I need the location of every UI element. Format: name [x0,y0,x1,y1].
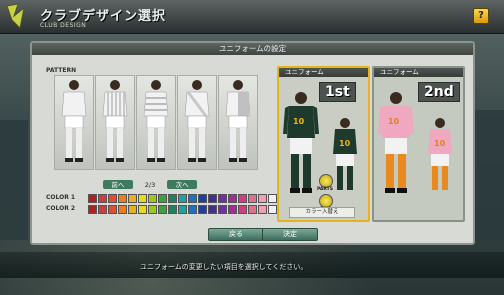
first-uniform-card[interactable]: ユニフォーム 1st 10 10 PARTS SOX [277,66,370,222]
color-swatch[interactable] [258,194,267,203]
club-logo-icon [6,3,25,30]
color-swatch[interactable] [98,205,107,214]
color-swatch[interactable] [88,194,97,203]
player-figure-icon [61,80,87,162]
color-swatch[interactable] [118,205,127,214]
parts-label: PARTS [317,187,333,192]
color-swatch[interactable] [208,194,217,203]
background-building [474,110,504,240]
color-swatch[interactable] [118,194,127,203]
color-swatch[interactable] [168,194,177,203]
color-swatch[interactable] [228,205,237,214]
color-swatch[interactable] [148,194,157,203]
color-swatch[interactable] [98,194,107,203]
svg-text:10: 10 [293,117,305,126]
first-uniform-back-figure: 10 [333,118,357,190]
pattern-option-1[interactable] [54,75,94,170]
back-button[interactable]: 戻る [208,228,264,241]
color-swatch[interactable] [178,205,187,214]
color-swatch[interactable] [158,194,167,203]
color-swatch[interactable] [138,194,147,203]
next-page-button[interactable]: 次へ [167,180,198,189]
color-swatch[interactable] [268,205,277,214]
color-swatch[interactable] [88,205,97,214]
color-swatch[interactable] [128,194,137,203]
color-swatch[interactable] [148,205,157,214]
color-swatch[interactable] [128,205,137,214]
color-swatch[interactable] [268,194,277,203]
prev-page-button[interactable]: 前へ [102,180,133,189]
color-swatch[interactable] [218,194,227,203]
player-figure-icon [143,80,169,162]
player-figure-icon [102,80,128,162]
second-uniform-card[interactable]: ユニフォーム 2nd 10 10 [372,66,465,222]
first-uniform-front-figure: 10 [283,92,319,193]
color-swatch[interactable] [138,205,147,214]
color-swatch[interactable] [108,205,117,214]
page-subtitle: CLUB DESIGN [40,22,87,29]
color-swatch[interactable] [218,205,227,214]
color-swatch[interactable] [158,205,167,214]
svg-text:10: 10 [434,139,446,148]
color-swatch[interactable] [258,205,267,214]
title-bar: クラブデザイン選択 CLUB DESIGN ? [0,0,504,34]
pattern-option-4[interactable] [177,75,217,170]
parts-button[interactable] [319,174,333,188]
color1-label: COLOR 1 [46,194,76,201]
player-figure-icon [225,80,251,162]
color-swatch[interactable] [228,194,237,203]
second-uniform-front-figure: 10 [378,92,414,193]
color-swatch[interactable] [208,205,217,214]
color-swatch[interactable] [198,205,207,214]
pattern-option-3[interactable] [136,75,176,170]
color-swatch[interactable] [198,194,207,203]
svg-text:10: 10 [339,139,351,148]
first-uniform-label: 1st [319,82,356,102]
first-uniform-header: ユニフォーム [279,68,368,77]
pattern-pager: 前へ 2/3 次へ [100,180,200,190]
uniform-settings-panel: ユニフォームの設定 PATTERN 前へ 2/3 次へ COLOR 1 COLO… [30,41,475,245]
color-swatch[interactable] [238,205,247,214]
color-swatch[interactable] [178,194,187,203]
page-indicator: 2/3 [144,181,156,189]
color-swatch[interactable] [238,194,247,203]
second-uniform-back-figure: 10 [428,118,452,190]
color-swatch[interactable] [248,205,257,214]
color-swatch[interactable] [188,194,197,203]
color-swatch[interactable] [248,194,257,203]
svg-text:10: 10 [388,117,400,126]
color-swap-button[interactable]: カラー入替え [289,207,355,218]
second-uniform-label: 2nd [418,82,460,102]
color2-label: COLOR 2 [46,205,76,212]
color-swatch[interactable] [168,205,177,214]
confirm-button[interactable]: 決定 [262,228,318,241]
color-swatch[interactable] [188,205,197,214]
pattern-option-5[interactable] [218,75,258,170]
second-uniform-header: ユニフォーム [374,68,463,77]
help-text: ユニフォームの変更したい項目を選択してください。 [140,263,308,271]
pattern-option-2[interactable] [95,75,135,170]
pattern-label: PATTERN [46,67,77,74]
background-building [0,120,28,240]
sox-button[interactable] [319,194,333,208]
help-button[interactable]: ? [473,8,489,24]
panel-title: ユニフォームの設定 [32,43,473,55]
player-figure-icon [184,80,210,162]
color-swatch[interactable] [108,194,117,203]
